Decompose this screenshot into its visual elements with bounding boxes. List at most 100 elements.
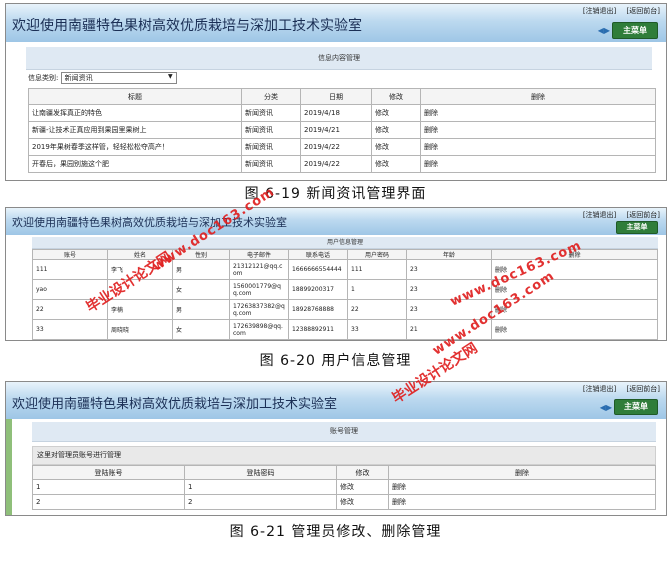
edit-link[interactable]: 修改 [336,494,389,510]
column-header: 账号 [32,249,108,260]
delete-link[interactable]: 删除 [491,319,658,340]
news-category-cell: 新闻资讯 [241,121,301,139]
delete-link[interactable]: 删除 [388,494,656,510]
logout-link[interactable]: [注销退出] [583,211,616,219]
news-date-cell: 2019/4/22 [300,155,372,173]
content-area: 信息内容管理 信息类别: 新闻资讯 ▼ 标题 分类 日期 修改 删除 让南疆发挥… [6,42,666,180]
screenshot-news-management: 欢迎使用南疆特色果树高效优质栽培与深加工技术实验室 [注销退出] [返回前台] … [5,3,667,181]
table-row: 2019年果树春季这样管，轻轻松松夺高产！ 新闻资讯 2019/4/22 修改 … [28,138,656,156]
column-header: 登陆账号 [32,465,185,480]
news-date-cell: 2019/4/18 [300,104,372,122]
filter-label: 信息类别: [28,74,59,82]
password-cell: 1 [347,279,407,300]
app-title: 欢迎使用南疆特色果树高效优质栽培与深加工技术实验室 [12,18,362,34]
delete-link[interactable]: 删除 [420,155,656,173]
account-cell: 33 [32,319,108,340]
edit-link[interactable]: 修改 [371,121,421,139]
main-menu-button[interactable]: 主菜单 [612,22,658,39]
table-header: 标题 分类 日期 修改 删除 [28,88,656,105]
app-header: 欢迎使用南疆特色果树高效优质栽培与深加工技术实验室 [注销退出] [返回前台] … [6,382,666,419]
delete-link[interactable]: 删除 [388,479,656,495]
column-header: 用户密码 [347,249,407,260]
header-links: [注销退出] [返回前台] [575,210,660,220]
news-title-cell: 新疆-让技术正真应用到果园里果树上 [28,121,242,139]
news-table: 标题 分类 日期 修改 删除 让南疆发挥真正的特色 新闻资讯 2019/4/18… [28,88,656,173]
login-password-cell: 1 [184,479,337,495]
email-cell: 172639898@qq.com [229,319,289,340]
screenshot-user-management: 欢迎使用南疆特色果树高效优质栽培与深加工技术实验室 [注销退出] [返回前台] … [5,207,667,341]
back-to-front-link[interactable]: [返回前台] [627,211,660,219]
back-to-front-link[interactable]: [返回前台] [627,7,660,15]
table-row: 新疆-让技术正真应用到果园里果树上 新闻资讯 2019/4/21 修改 删除 [28,121,656,139]
category-select-value: 新闻资讯 [64,74,93,82]
table-row: 让南疆发挥真正的特色 新闻资讯 2019/4/18 修改 删除 [28,104,656,122]
main-menu-button[interactable]: 主菜单 [616,221,658,234]
delete-link[interactable]: 删除 [420,138,656,156]
gender-cell: 男 [172,259,230,280]
edit-link[interactable]: 修改 [371,138,421,156]
column-header: 日期 [300,88,372,105]
column-header: 分类 [241,88,301,105]
age-cell: 23 [406,259,492,280]
table-row: 开春后，果园别施这个肥 新闻资讯 2019/4/22 修改 删除 [28,155,656,173]
gender-cell: 男 [172,299,230,320]
column-header: 登陆密码 [184,465,337,480]
news-category-cell: 新闻资讯 [241,104,301,122]
back-to-front-link[interactable]: [返回前台] [627,385,660,393]
column-header: 年龄 [406,249,492,260]
password-cell: 22 [347,299,407,320]
left-sidebar-edge [6,419,12,515]
logout-link[interactable]: [注销退出] [583,7,616,15]
phone-cell: 18899200317 [288,279,348,300]
news-title-cell: 让南疆发挥真正的特色 [28,104,242,122]
header-links: [注销退出] [返回前台] [575,384,660,394]
chevron-down-icon: ▼ [167,73,173,80]
nav-arrows-icon[interactable]: ◀▶ [600,403,612,412]
edit-link[interactable]: 修改 [371,104,421,122]
table-header: 登陆账号 登陆密码 修改 删除 [32,465,656,480]
news-date-cell: 2019/4/21 [300,121,372,139]
login-password-cell: 2 [184,494,337,510]
edit-link[interactable]: 修改 [336,479,389,495]
password-cell: 33 [347,319,407,340]
content-area: 账号管理 这里对管理员账号进行管理 登陆账号 登陆密码 修改 删除 1 1 修改… [14,419,666,515]
column-header: 删除 [420,88,656,105]
delete-link[interactable]: 删除 [420,121,656,139]
admin-table: 登陆账号 登陆密码 修改 删除 1 1 修改 删除 2 2 修改 删除 [32,465,656,510]
logout-link[interactable]: [注销退出] [583,385,616,393]
app-title: 欢迎使用南疆特色果树高效优质栽培与深加工技术实验室 [12,397,338,412]
column-header: 修改 [336,465,389,480]
category-select[interactable]: 新闻资讯 ▼ [60,72,177,84]
news-title-cell: 开春后，果园别施这个肥 [28,155,242,173]
table-row: 33 周晓晓 女 172639898@qq.com 12388892911 33… [32,319,658,340]
nav-arrows-icon[interactable]: ◀▶ [598,26,610,35]
phone-cell: 18928768888 [288,299,348,320]
email-cell: 1560001779@qq.com [229,279,289,300]
news-category-cell: 新闻资讯 [241,155,301,173]
news-title-cell: 2019年果树春季这样管，轻轻松松夺高产！ [28,138,242,156]
figure-caption: 图 6-21 管理员修改、删除管理 [229,524,442,540]
edit-link[interactable]: 修改 [371,155,421,173]
column-header: 删除 [388,465,656,480]
gender-cell: 女 [172,319,230,340]
column-header: 修改 [371,88,421,105]
news-category-cell: 新闻资讯 [241,138,301,156]
column-header: 联系电话 [288,249,348,260]
login-account-cell: 1 [32,479,185,495]
login-account-cell: 2 [32,494,185,510]
main-menu-button[interactable]: 主菜单 [614,399,658,415]
email-cell: 17263837382@qq.com [229,299,289,320]
section-note: 这里对管理员账号进行管理 [32,446,656,465]
news-date-cell: 2019/4/22 [300,138,372,156]
column-header: 电子邮件 [229,249,289,260]
phone-cell: 1666666554444 [288,259,348,280]
phone-cell: 12388892911 [288,319,348,340]
name-cell: 周晓晓 [107,319,173,340]
header-links: [注销退出] [返回前台] [575,6,660,16]
delete-link[interactable]: 删除 [420,104,656,122]
account-cell: 111 [32,259,108,280]
app-header: 欢迎使用南疆特色果树高效优质栽培与深加工技术实验室 [注销退出] [返回前台] … [6,4,666,42]
table-row: 1 1 修改 删除 [32,479,656,495]
screenshot-admin-management: 欢迎使用南疆特色果树高效优质栽培与深加工技术实验室 [注销退出] [返回前台] … [5,381,667,516]
app-header: 欢迎使用南疆特色果树高效优质栽培与深加工技术实验室 [注销退出] [返回前台] … [6,208,666,235]
